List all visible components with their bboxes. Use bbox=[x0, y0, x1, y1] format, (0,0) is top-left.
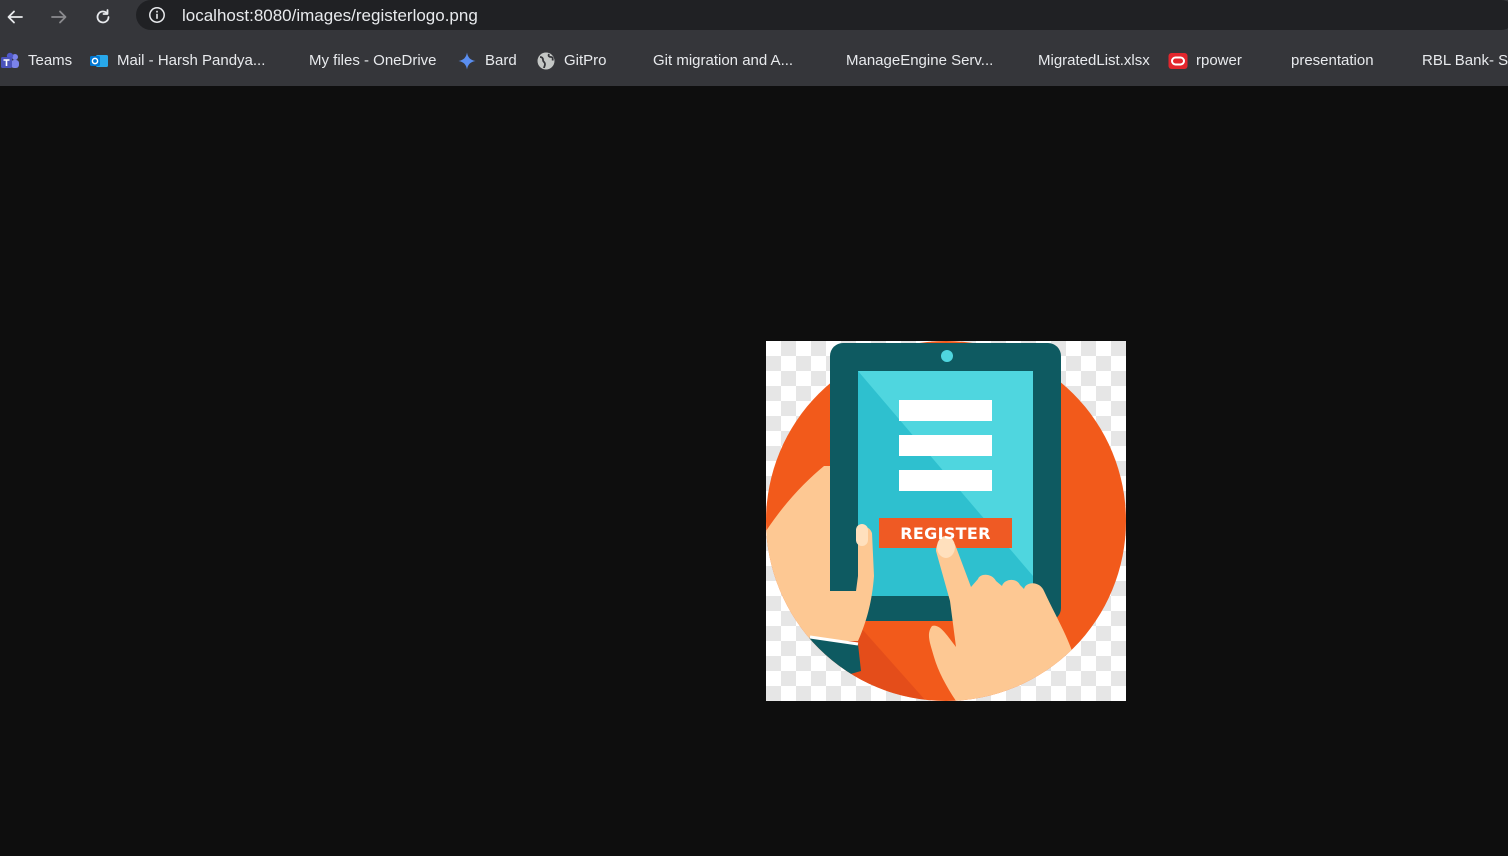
bookmark-gitpro[interactable]: GitPro bbox=[536, 50, 607, 72]
register-button-text: REGISTER bbox=[900, 523, 991, 543]
bookmark-mail[interactable]: Mail - Harsh Pandya... bbox=[89, 50, 265, 72]
outlook-icon bbox=[89, 51, 109, 71]
microsoft-icon bbox=[281, 51, 301, 71]
bookmark-manageengine[interactable]: ManageEngine Serv... bbox=[818, 50, 993, 72]
url-text[interactable]: localhost:8080/images/registerlogo.png bbox=[182, 6, 478, 26]
form-field-2 bbox=[899, 435, 992, 456]
image-viewer: REGISTER bbox=[0, 86, 1508, 856]
bookmark-label: ManageEngine Serv... bbox=[846, 52, 994, 69]
microsoft-icon bbox=[1394, 51, 1414, 71]
bookmark-label: presentation bbox=[1291, 52, 1374, 69]
bookmark-label: GitPro bbox=[564, 52, 607, 69]
bookmark-label: rpower bbox=[1196, 52, 1242, 69]
microsoft-icon bbox=[1263, 51, 1283, 71]
bookmark-rbl-bank[interactable]: RBL Bank- St bbox=[1394, 50, 1508, 72]
bookmark-label: My files - OneDrive bbox=[309, 52, 437, 69]
bookmark-rpower[interactable]: rpower bbox=[1168, 50, 1242, 72]
browser-toolbar: localhost:8080/images/registerlogo.png bbox=[0, 0, 1508, 34]
bookmark-teams[interactable]: Teams bbox=[0, 50, 72, 72]
bard-sparkle-icon bbox=[457, 51, 477, 71]
bookmark-bard[interactable]: Bard bbox=[457, 50, 517, 72]
arrow-right-icon bbox=[51, 10, 67, 24]
teams-icon bbox=[0, 51, 20, 71]
back-button[interactable] bbox=[1, 3, 29, 31]
bookmark-label: Git migration and A... bbox=[653, 52, 794, 69]
form-field-3 bbox=[899, 470, 992, 491]
bookmark-label: RBL Bank- St bbox=[1422, 52, 1508, 69]
bookmarks-bar: Teams Mail - Harsh Pandya... My files - … bbox=[0, 34, 1508, 86]
bookmark-label: MigratedList.xlsx bbox=[1038, 52, 1150, 69]
globe-icon bbox=[536, 51, 556, 71]
register-logo-image[interactable]: REGISTER bbox=[766, 341, 1126, 701]
arrow-left-icon bbox=[7, 10, 23, 24]
bookmark-presentation[interactable]: presentation bbox=[1263, 50, 1374, 72]
bookmark-label: Mail - Harsh Pandya... bbox=[117, 52, 266, 69]
reload-button[interactable] bbox=[89, 3, 117, 31]
microsoft-icon bbox=[625, 51, 645, 71]
reload-icon bbox=[96, 9, 110, 24]
microsoft-icon bbox=[1010, 51, 1030, 71]
tablet-camera bbox=[941, 350, 953, 362]
forward-button[interactable] bbox=[45, 3, 73, 31]
form-field-1 bbox=[899, 400, 992, 421]
bookmark-onedrive[interactable]: My files - OneDrive bbox=[281, 50, 437, 72]
microsoft-icon bbox=[818, 51, 838, 71]
bookmark-migratedlist[interactable]: MigratedList.xlsx bbox=[1010, 50, 1150, 72]
site-info-button[interactable] bbox=[146, 4, 168, 26]
info-icon bbox=[149, 7, 165, 23]
bookmark-label: Bard bbox=[485, 52, 517, 69]
oracle-icon bbox=[1168, 51, 1188, 71]
bookmark-label: Teams bbox=[28, 52, 73, 69]
bookmark-git-migration[interactable]: Git migration and A... bbox=[625, 50, 793, 72]
